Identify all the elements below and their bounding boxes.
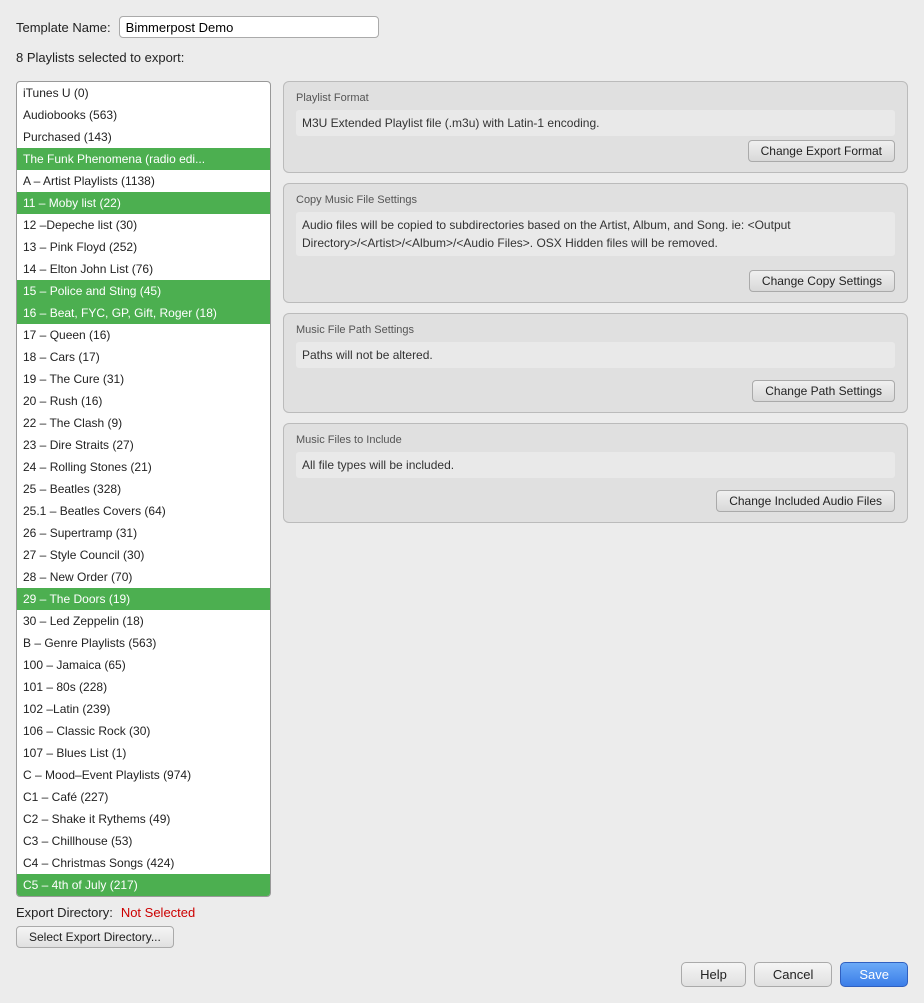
list-item[interactable]: iTunes U (0) [17,82,270,104]
change-path-settings-button[interactable]: Change Path Settings [752,380,895,402]
list-item[interactable]: 20 – Rush (16) [17,390,270,412]
list-item[interactable]: 27 – Style Council (30) [17,544,270,566]
list-item[interactable]: C – Mood–Event Playlists (974) [17,764,270,786]
list-item[interactable]: 102 –Latin (239) [17,698,270,720]
list-item[interactable]: 23 – Dire Straits (27) [17,434,270,456]
copy-settings-section: Copy Music File Settings Audio files wil… [283,183,908,303]
list-item[interactable]: 25 – Beatles (328) [17,478,270,500]
list-item[interactable]: 11 – Moby list (22) [17,192,270,214]
list-item[interactable]: 25.1 – Beatles Covers (64) [17,500,270,522]
change-copy-settings-button[interactable]: Change Copy Settings [749,270,895,292]
cancel-button[interactable]: Cancel [754,962,832,987]
list-item[interactable]: 26 – Supertramp (31) [17,522,270,544]
list-item[interactable]: 12 –Depeche list (30) [17,214,270,236]
list-item[interactable]: 30 – Led Zeppelin (18) [17,610,270,632]
main-dialog: Template Name: 8 Playlists selected to e… [0,0,924,1003]
list-item[interactable]: B – Genre Playlists (563) [17,632,270,654]
list-item[interactable]: C3 – Chillhouse (53) [17,830,270,852]
path-settings-title: Music File Path Settings [296,324,895,336]
playlist-panel: iTunes U (0)Audiobooks (563)Purchased (1… [16,81,271,948]
list-item[interactable]: 107 – Blues List (1) [17,742,270,764]
template-row: Template Name: [16,16,908,38]
list-item[interactable]: The Funk Phenomena (radio edi... [17,148,270,170]
list-item[interactable]: Purchased (143) [17,126,270,148]
playlists-count: 8 Playlists selected to export: [16,50,908,65]
copy-settings-title: Copy Music File Settings [296,194,895,206]
template-label: Template Name: [16,20,111,35]
export-dir-label: Export Directory: [16,905,113,920]
export-format-section: Playlist Format M3U Extended Playlist fi… [283,81,908,173]
change-included-audio-files-button[interactable]: Change Included Audio Files [716,490,895,512]
list-item[interactable]: 16 – Beat, FYC, GP, Gift, Roger (18) [17,302,270,324]
list-item[interactable]: C4 – Christmas Songs (424) [17,852,270,874]
right-panel: Playlist Format M3U Extended Playlist fi… [283,81,908,948]
select-export-dir-button[interactable]: Select Export Directory... [16,926,174,948]
list-item[interactable]: A – Artist Playlists (1138) [17,170,270,192]
list-item[interactable]: 19 – The Cure (31) [17,368,270,390]
export-format-description: M3U Extended Playlist file (.m3u) with L… [296,110,895,136]
copy-settings-description: Audio files will be copied to subdirecto… [296,212,895,256]
template-name-input[interactable] [119,16,379,38]
list-item[interactable]: 22 – The Clash (9) [17,412,270,434]
audio-files-section: Music Files to Include All file types wi… [283,423,908,523]
list-item[interactable]: 13 – Pink Floyd (252) [17,236,270,258]
main-content: iTunes U (0)Audiobooks (563)Purchased (1… [16,81,908,948]
list-item[interactable]: C1 – Café (227) [17,786,270,808]
path-settings-section: Music File Path Settings Paths will not … [283,313,908,413]
audio-files-description: All file types will be included. [296,452,895,478]
help-button[interactable]: Help [681,962,746,987]
list-item[interactable]: 28 – New Order (70) [17,566,270,588]
list-item[interactable]: 29 – The Doors (19) [17,588,270,610]
list-item[interactable]: 100 – Jamaica (65) [17,654,270,676]
export-dir-row: Export Directory: Not Selected [16,905,271,920]
audio-files-title: Music Files to Include [296,434,895,446]
list-item[interactable]: 15 – Police and Sting (45) [17,280,270,302]
save-button[interactable]: Save [840,962,908,987]
export-dir-value: Not Selected [121,905,195,920]
list-item[interactable]: 14 – Elton John List (76) [17,258,270,280]
list-item[interactable]: C2 – Shake it Rythems (49) [17,808,270,830]
list-item[interactable]: 24 – Rolling Stones (21) [17,456,270,478]
change-export-format-button[interactable]: Change Export Format [748,140,895,162]
list-item[interactable]: 18 – Cars (17) [17,346,270,368]
list-item[interactable]: Audiobooks (563) [17,104,270,126]
export-format-title: Playlist Format [296,92,895,104]
list-item[interactable]: C5 – 4th of July (217) [17,874,270,896]
list-item[interactable]: 101 – 80s (228) [17,676,270,698]
playlist-list[interactable]: iTunes U (0)Audiobooks (563)Purchased (1… [16,81,271,897]
list-item[interactable]: 17 – Queen (16) [17,324,270,346]
path-settings-description: Paths will not be altered. [296,342,895,368]
list-item[interactable]: 106 – Classic Rock (30) [17,720,270,742]
bottom-bar: Help Cancel Save [16,958,908,987]
